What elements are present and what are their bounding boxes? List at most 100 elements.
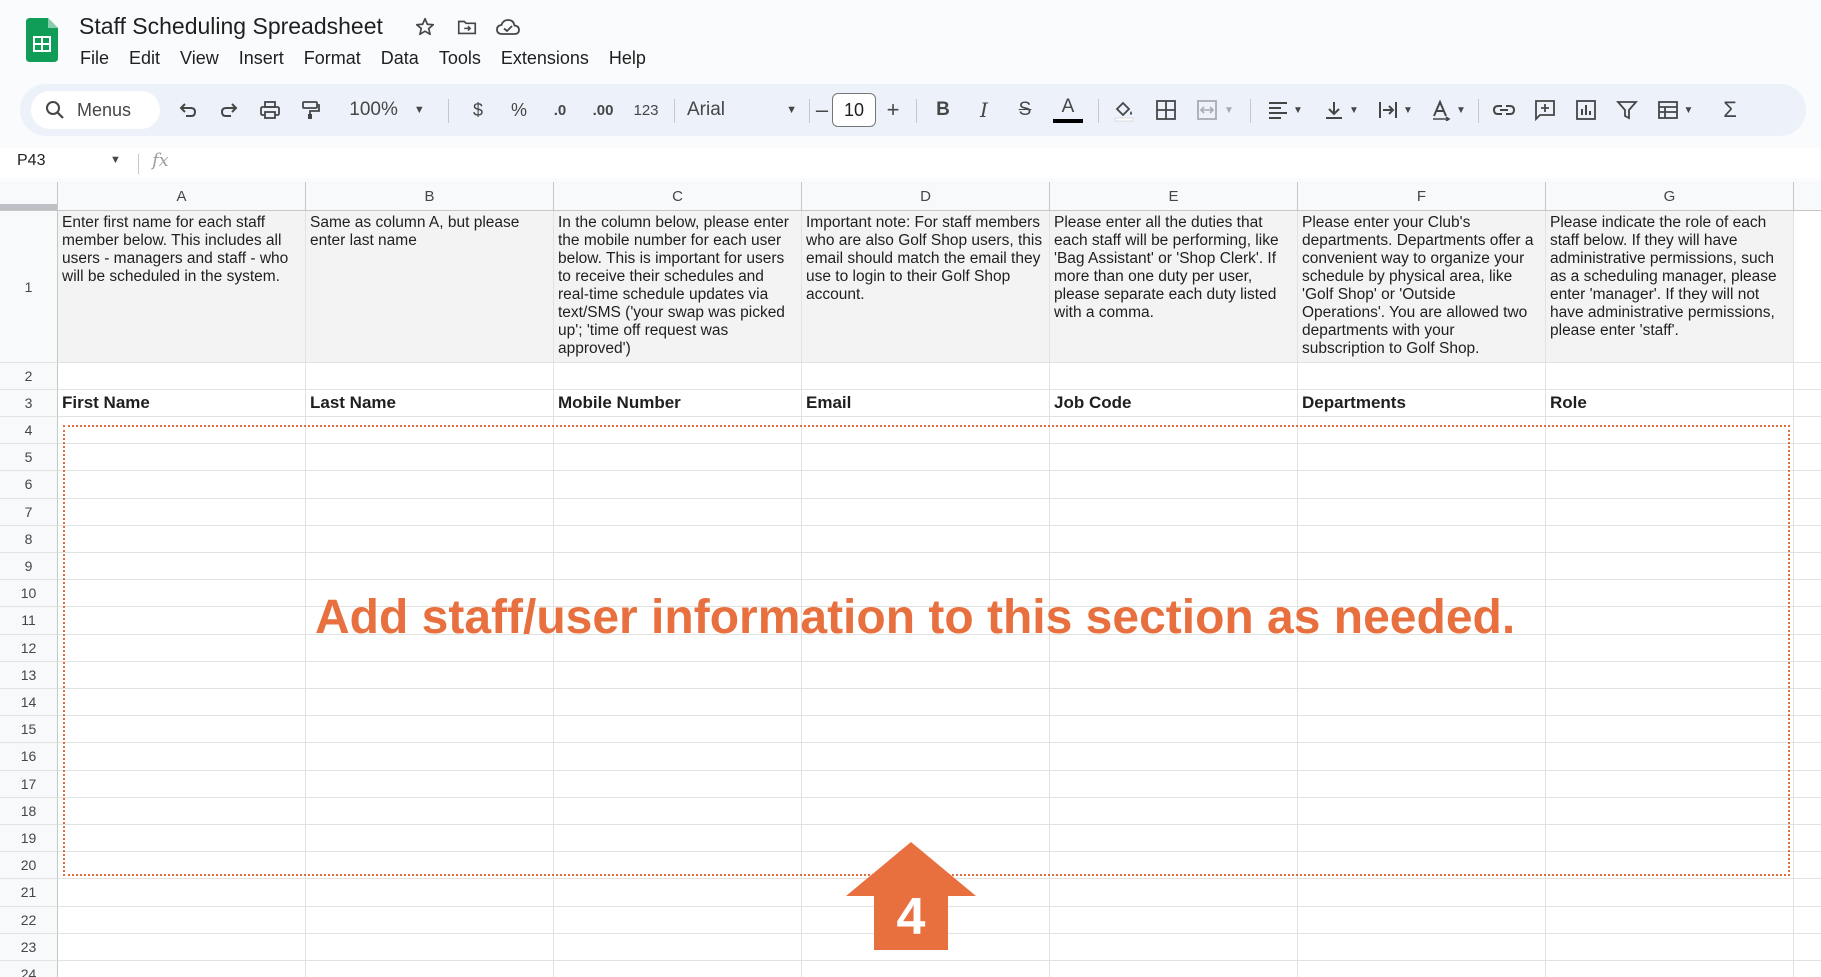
row-header-19[interactable]: 19 (0, 825, 58, 853)
table-view-icon[interactable]: ▼ (1648, 84, 1702, 136)
grid-cell[interactable] (1298, 797, 1546, 825)
row-header-7[interactable]: 7 (0, 498, 58, 526)
column-header-extra[interactable] (1794, 182, 1821, 211)
borders-icon[interactable] (1148, 84, 1184, 136)
column-title-cell[interactable]: Email (802, 390, 1050, 417)
grid-cell[interactable] (1298, 961, 1546, 977)
percent-format-button[interactable]: % (501, 84, 537, 136)
grid-cell[interactable] (306, 661, 554, 689)
grid-cell[interactable] (1050, 444, 1298, 472)
text-rotation-icon[interactable]: ▼ (1423, 84, 1473, 136)
grid-cell[interactable] (802, 689, 1050, 717)
grid-cell[interactable] (58, 716, 306, 744)
grid-cell[interactable] (1546, 444, 1794, 472)
grid-cell[interactable] (1050, 498, 1298, 526)
document-title[interactable]: Staff Scheduling Spreadsheet (79, 13, 383, 40)
menu-data[interactable]: Data (371, 45, 429, 72)
grid-cell[interactable] (1050, 770, 1298, 798)
grid-cell[interactable] (1546, 770, 1794, 798)
grid-cell[interactable] (1050, 525, 1298, 553)
grid-cell[interactable] (1298, 906, 1546, 934)
grid-cell[interactable] (1794, 417, 1821, 445)
grid-cell[interactable] (1050, 743, 1298, 771)
column-header-e[interactable]: E (1050, 182, 1298, 211)
row-header-12[interactable]: 12 (0, 634, 58, 662)
grid-cell[interactable] (58, 906, 306, 934)
grid-cell[interactable] (1050, 417, 1298, 445)
decrease-decimal-button[interactable]: .0 (542, 84, 578, 136)
grid-cell[interactable] (1794, 499, 1821, 526)
grid-cell[interactable] (1546, 471, 1794, 499)
filter-icon[interactable] (1609, 84, 1645, 136)
grid-cell[interactable] (554, 444, 802, 472)
grid-cell[interactable] (58, 933, 306, 961)
column-title-cell[interactable]: Mobile Number (554, 390, 802, 417)
insert-link-icon[interactable] (1486, 84, 1522, 136)
row-header-9[interactable]: 9 (0, 553, 58, 581)
formula-input[interactable] (185, 150, 1785, 176)
grid-cell[interactable] (1546, 498, 1794, 526)
italic-button[interactable]: I (966, 84, 1002, 136)
grid-cell[interactable] (58, 743, 306, 771)
zoom-select[interactable]: 100% ▼ (337, 84, 437, 136)
grid-cell[interactable] (802, 716, 1050, 744)
menu-edit[interactable]: Edit (119, 45, 170, 72)
menu-help[interactable]: Help (599, 45, 656, 72)
grid-cell[interactable] (1298, 716, 1546, 744)
grid-cell[interactable] (58, 471, 306, 499)
grid-cell[interactable] (1794, 771, 1821, 798)
grid-cell[interactable] (306, 363, 554, 390)
redo-icon[interactable] (211, 84, 247, 136)
grid-cell[interactable] (554, 825, 802, 853)
grid-cell[interactable] (1298, 743, 1546, 771)
grid-cell[interactable] (306, 933, 554, 961)
grid-cell[interactable] (554, 363, 802, 390)
column-header-d[interactable]: D (802, 182, 1050, 211)
grid-cell[interactable] (802, 553, 1050, 581)
grid-cell[interactable] (58, 553, 306, 581)
grid-cell[interactable] (306, 471, 554, 499)
grid-cell[interactable] (1050, 553, 1298, 581)
grid-cell[interactable] (1546, 743, 1794, 771)
grid-cell[interactable] (1050, 852, 1298, 880)
chevron-down-icon[interactable]: ▼ (110, 154, 121, 166)
grid-cell[interactable] (802, 770, 1050, 798)
grid-cell[interactable] (58, 879, 306, 907)
grid-cell[interactable] (1794, 907, 1821, 934)
grid-cell[interactable] (306, 825, 554, 853)
instruction-cell[interactable]: In the column below, please enter the mo… (554, 211, 802, 363)
row-header-2[interactable]: 2 (0, 363, 58, 390)
select-all-corner[interactable] (0, 182, 58, 211)
grid-cell[interactable] (1050, 689, 1298, 717)
grid-cell[interactable] (554, 933, 802, 961)
grid-cell[interactable] (1794, 743, 1821, 771)
grid-cell[interactable] (1546, 879, 1794, 907)
grid-cell[interactable] (58, 825, 306, 853)
column-header-g[interactable]: G (1546, 182, 1794, 211)
sheets-logo-icon[interactable] (26, 18, 58, 62)
grid-cell[interactable] (1298, 770, 1546, 798)
row-header-6[interactable]: 6 (0, 471, 58, 499)
instruction-cell[interactable] (1794, 211, 1821, 363)
grid-cell[interactable] (802, 417, 1050, 445)
grid-cell[interactable] (554, 852, 802, 880)
grid-cell[interactable] (1050, 933, 1298, 961)
column-title-cell[interactable]: First Name (58, 390, 306, 417)
star-icon[interactable] (412, 14, 438, 40)
row-header-1[interactable]: 1 (0, 211, 58, 363)
grid-cell[interactable] (306, 797, 554, 825)
grid-cell[interactable] (1794, 689, 1821, 717)
grid-cell[interactable] (58, 525, 306, 553)
instruction-cell[interactable]: Same as column A, but please enter last … (306, 211, 554, 363)
grid-cell[interactable] (1298, 661, 1546, 689)
row-header-18[interactable]: 18 (0, 797, 58, 825)
grid-cell[interactable] (1546, 797, 1794, 825)
grid-cell[interactable] (1298, 498, 1546, 526)
grid-cell[interactable] (1050, 471, 1298, 499)
column-header-b[interactable]: B (306, 182, 554, 211)
vertical-align-icon[interactable]: ▼ (1316, 84, 1366, 136)
instruction-cell[interactable]: Enter first name for each staff member b… (58, 211, 306, 363)
column-header-c[interactable]: C (554, 182, 802, 211)
row-header-22[interactable]: 22 (0, 906, 58, 934)
column-title-cell[interactable]: Last Name (306, 390, 554, 417)
